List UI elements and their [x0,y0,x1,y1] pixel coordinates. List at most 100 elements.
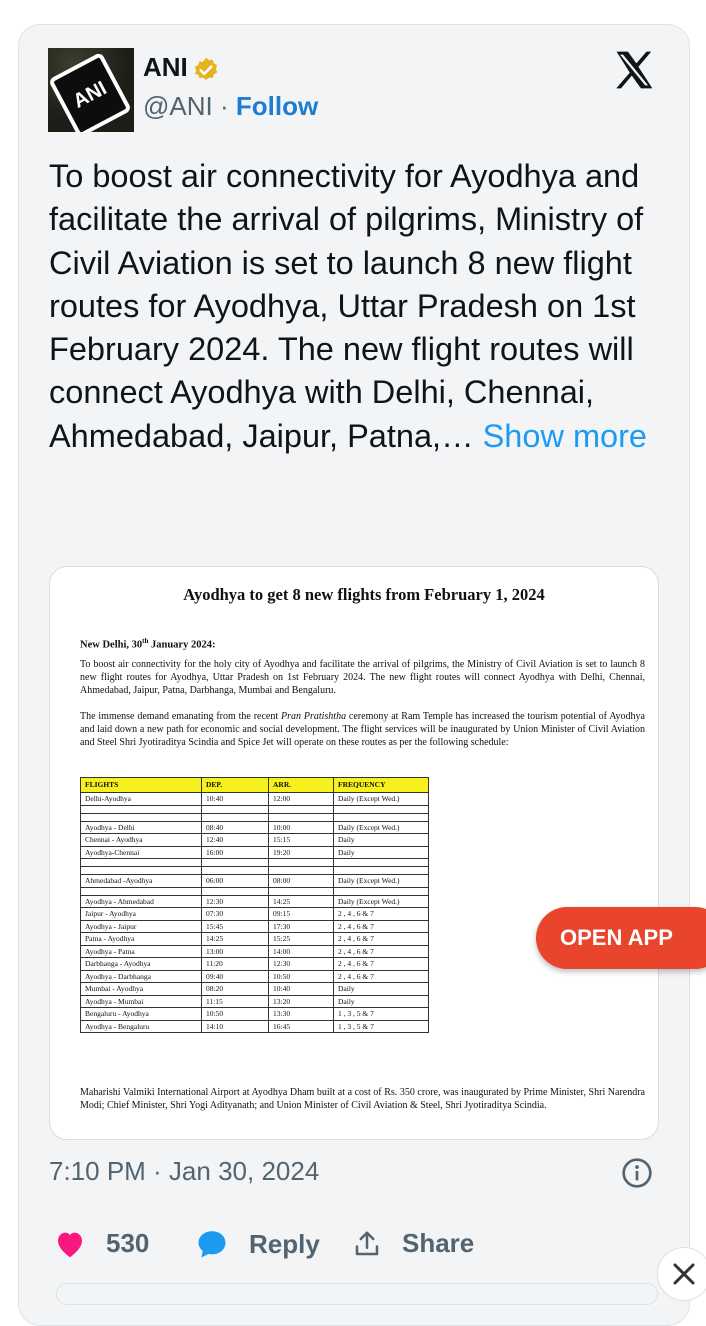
table-cell-freq: Daily [333,845,429,859]
like-button[interactable]: 530 [54,1228,149,1259]
table-cell-freq: 2 , 4 , 6 & 7 [333,944,429,958]
table-spacer-cell [268,858,334,867]
table-cell-arr: 10:50 [268,969,334,983]
table-spacer-cell [201,886,269,896]
table-cell-dep: 09:40 [201,969,269,983]
table-spacer-cell [333,858,429,867]
table-cell-arr: 14:25 [268,894,334,908]
table-spacer-cell [333,886,429,896]
table-cell-flight: Ayodhya - Ahmedabad [80,894,202,908]
table-cell-freq: 1 , 3 , 5 & 7 [333,1007,429,1021]
table-row: Ayodhya - Delhi 08:40 10:00 Daily (Except W… [80,820,429,834]
next-card-edge [56,1283,658,1305]
info-icon[interactable] [621,1157,653,1189]
table-cell-arr: 19:20 [268,845,334,859]
table-row: Delhi-Ayodhya 10:40 12:00 Daily (Except Wed… [80,792,429,806]
table-cell-freq: Daily (Except Wed.) [333,792,429,806]
table-row: Ayodhya - Bengaluru 14:10 16:45 1 , 3 , 5 &… [80,1019,429,1033]
table-cell-flight: Bengaluru - Ayodhya [80,1007,202,1021]
tweet-timestamp[interactable]: 7:10 PM · Jan 30, 2024 [49,1156,319,1187]
table-spacer-cell [201,866,269,875]
table-spacer-cell [333,866,429,875]
table-spacer-cell [268,866,334,875]
reply-button[interactable]: Reply [195,1228,320,1260]
show-more-link[interactable]: Show more [483,418,647,454]
table-cell-flight: Chennai - Ayodhya [80,833,202,847]
table-spacer-cell [80,858,202,867]
table-spacer-cell [268,886,334,896]
table-spacer-cell [333,804,429,814]
table-cell-freq: 2 , 4 , 6 & 7 [333,919,429,933]
table-cell-arr: 16:45 [268,1019,334,1033]
table-cell-flight: Mumbai - Ayodhya [80,982,202,996]
table-cell-dep: 12:40 [201,833,269,847]
table-cell-flight: Ayodhya-Chennai [80,845,202,859]
table-cell-dep: 06:00 [201,874,269,888]
table-cell-flight: Ayodhya - Bengaluru [80,1019,202,1033]
follow-button[interactable]: Follow [236,91,318,121]
table-cell-dep: 16:00 [201,845,269,859]
table-cell-freq: 2 , 4 , 6 & 7 [333,957,429,971]
table-row: Ayodhya - Ahmedabad 12:30 14:25 Daily (Exce… [80,894,429,908]
table-spacer-cell [268,812,334,822]
close-icon [673,1263,695,1285]
table-spacer-cell [333,812,429,822]
table-row: Ayodhya - Patna 13:00 14:00 2 , 4 , 6 & 7 [80,944,429,958]
table-spacer-cell [80,812,202,822]
table-spacer-cell [201,858,269,867]
table-cell-dep: 11:15 [201,994,269,1008]
press-release-footer: Maharishi Valmiki International Airport … [80,1087,645,1112]
table-cell-dep: 10:40 [201,792,269,806]
table-cell-flight: Patna - Ayodhya [80,932,202,946]
table-header-cell: ARR. [268,777,334,793]
table-cell-dep: 13:00 [201,944,269,958]
media-image[interactable]: Ayodhya to get 8 new flights from Februa… [49,566,659,1140]
table-spacer-row [80,804,429,814]
tweet-body: To boost air connectivity for Ayodhya an… [49,158,644,454]
table-cell-freq: Daily [333,994,429,1008]
tweet-text: To boost air connectivity for Ayodhya an… [49,155,659,458]
table-row: Mumbai - Ayodhya 08:20 10:40 Daily [80,982,429,996]
table-row: Ayodhya - Mumbai 11:15 13:20 Daily [80,994,429,1008]
table-cell-arr: 15:15 [268,833,334,847]
press-release-paragraph-2: The immense demand emanating from the re… [80,711,645,749]
table-cell-dep: 14:25 [201,932,269,946]
separator-dot: · [219,91,229,121]
table-cell-arr: 10:40 [268,982,334,996]
display-name[interactable]: ANI [143,52,188,83]
table-cell-dep: 14:10 [201,1019,269,1033]
press-release-title: Ayodhya to get 8 new flights from Februa… [183,585,545,604]
table-spacer-row [80,866,429,875]
table-cell-flight: Ayodhya - Jaipur [80,919,202,933]
table-spacer-cell [201,804,269,814]
avatar-logo-text: ANI [69,76,111,113]
table-spacer-cell [80,886,202,896]
avatar[interactable]: ANI [48,48,134,132]
table-spacer-row [80,886,429,896]
table-spacer-cell [268,804,334,814]
x-logo-icon[interactable] [612,48,656,92]
table-cell-freq: 2 , 4 , 6 & 7 [333,907,429,921]
handle[interactable]: @ANI [143,91,213,121]
table-cell-freq: 2 , 4 , 6 & 7 [333,969,429,983]
table-cell-freq: Daily (Except Wed.) [333,820,429,834]
table-cell-dep: 10:50 [201,1007,269,1021]
table-row: Ahmedabad -Ayodhya 06:00 08:00 Daily (Excep… [80,874,429,888]
table-cell-arr: 09:15 [268,907,334,921]
table-cell-arr: 17:30 [268,919,334,933]
open-app-button[interactable]: OPEN APP [536,907,706,969]
close-overlay-button[interactable] [657,1247,706,1301]
table-cell-flight: Darbhanga - Ayodhya [80,957,202,971]
table-cell-arr: 13:30 [268,1007,334,1021]
table-cell-freq: 2 , 4 , 6 & 7 [333,932,429,946]
share-button[interactable]: Share [352,1228,474,1259]
table-cell-flight: Ayodhya - Patna [80,944,202,958]
share-label: Share [402,1228,475,1258]
table-row: Ayodhya - Darbhanga 09:40 10:50 2 , 4 , 6 &… [80,969,429,983]
press-release-paragraph-1: To boost air connectivity for the holy c… [80,659,645,697]
table-cell-dep: 08:20 [201,982,269,996]
table-cell-arr: 12:30 [268,957,334,971]
heart-icon [58,1232,82,1257]
table-cell-freq: Daily (Except Wed.) [333,894,429,908]
reply-label: Reply [249,1228,320,1259]
